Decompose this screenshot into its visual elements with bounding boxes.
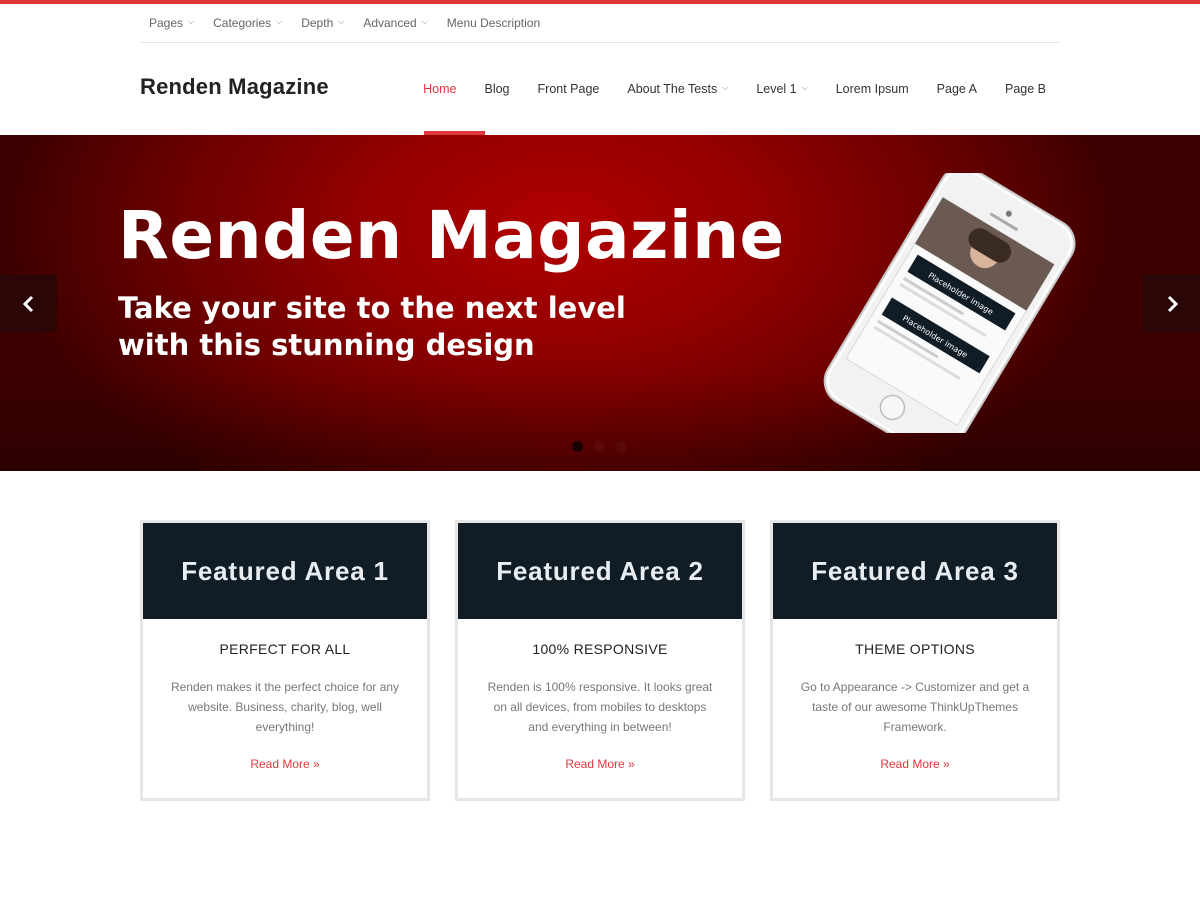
secondary-nav-item-advanced[interactable]: Advanced ⌵ <box>363 16 427 30</box>
slider-dot-3[interactable] <box>616 441 627 452</box>
secondary-nav-item-depth[interactable]: Depth ⌵ <box>301 16 344 30</box>
nav-item-front-page[interactable]: Front Page <box>524 62 614 116</box>
hero-slider: Renden Magazine Take your site to the ne… <box>0 135 1200 471</box>
read-more-link[interactable]: Read More » <box>458 757 742 771</box>
secondary-nav-label: Depth <box>301 16 334 30</box>
featured-card-title: THEME OPTIONS <box>855 641 975 657</box>
featured-card-title: 100% RESPONSIVE <box>532 641 668 657</box>
main-nav: Home Blog Front Page About The Tests ⌵ L… <box>409 62 1060 116</box>
featured-card-image[interactable]: Featured Area 2 <box>458 523 742 619</box>
nav-item-blog[interactable]: Blog <box>470 62 523 116</box>
hero-subtitle: Take your site to the next level with th… <box>118 290 638 364</box>
nav-item-level-1[interactable]: Level 1 ⌵ <box>742 62 821 116</box>
nav-item-label: About The Tests <box>627 82 718 96</box>
secondary-nav-label: Menu Description <box>446 16 541 30</box>
read-more-link[interactable]: Read More » <box>143 757 427 771</box>
chevron-down-icon: ⌵ <box>338 17 345 26</box>
featured-card-text: Renden is 100% responsive. It looks grea… <box>487 680 713 734</box>
secondary-nav-item-categories[interactable]: Categories ⌵ <box>213 16 282 30</box>
featured-card-image[interactable]: Featured Area 1 <box>143 523 427 619</box>
chevron-down-icon: ⌵ <box>801 83 808 92</box>
featured-card-3: Featured Area 3 THEME OPTIONS Go to Appe… <box>770 520 1060 801</box>
hero-subtitle-line-1: Take your site to the next level <box>118 291 626 325</box>
hero-subtitle-line-2: with this stunning design <box>118 328 535 362</box>
chevron-down-icon: ⌵ <box>421 17 428 26</box>
chevron-down-icon: ⌵ <box>722 83 729 92</box>
chevron-down-icon: ⌵ <box>276 17 283 26</box>
featured-card-title: PERFECT FOR ALL <box>219 641 351 657</box>
hero-title: Renden Magazine <box>118 197 785 274</box>
slider-prev-button[interactable] <box>0 275 57 332</box>
featured-card-1: Featured Area 1 PERFECT FOR ALL Renden m… <box>140 520 430 801</box>
nav-item-lorem-ipsum[interactable]: Lorem Ipsum <box>822 62 923 116</box>
nav-item-home[interactable]: Home <box>409 62 470 116</box>
secondary-nav-item-menu-description[interactable]: Menu Description <box>447 16 540 30</box>
chevron-left-icon <box>22 295 33 312</box>
site-logo[interactable]: Renden Magazine <box>140 74 329 100</box>
phone-mockup-image: Placeholder image Placeholder image <box>823 173 1076 433</box>
featured-card-2: Featured Area 2 100% RESPONSIVE Renden i… <box>455 520 745 801</box>
secondary-nav-item-pages[interactable]: Pages ⌵ <box>149 16 194 30</box>
slider-dot-1[interactable] <box>572 441 583 452</box>
chevron-down-icon: ⌵ <box>188 17 195 26</box>
read-more-link[interactable]: Read More » <box>773 757 1057 771</box>
nav-item-page-a[interactable]: Page A <box>923 62 991 116</box>
nav-item-label: Level 1 <box>756 82 797 96</box>
slider-dot-2[interactable] <box>594 441 605 452</box>
nav-item-page-b[interactable]: Page B <box>991 62 1060 116</box>
featured-card-text: Renden makes it the perfect choice for a… <box>170 680 400 734</box>
chevron-right-icon <box>1167 295 1178 312</box>
featured-card-text: Go to Appearance -> Customizer and get a… <box>800 680 1030 734</box>
nav-item-about-the-tests[interactable]: About The Tests ⌵ <box>613 62 742 116</box>
secondary-nav-label: Categories <box>213 16 272 30</box>
secondary-nav: Pages ⌵ Categories ⌵ Depth ⌵ Advanced ⌵ … <box>140 4 1060 43</box>
slider-next-button[interactable] <box>1143 275 1200 332</box>
secondary-nav-label: Pages <box>149 16 184 30</box>
featured-card-image[interactable]: Featured Area 3 <box>773 523 1057 619</box>
slider-pagination <box>572 441 627 452</box>
secondary-nav-label: Advanced <box>363 16 417 30</box>
